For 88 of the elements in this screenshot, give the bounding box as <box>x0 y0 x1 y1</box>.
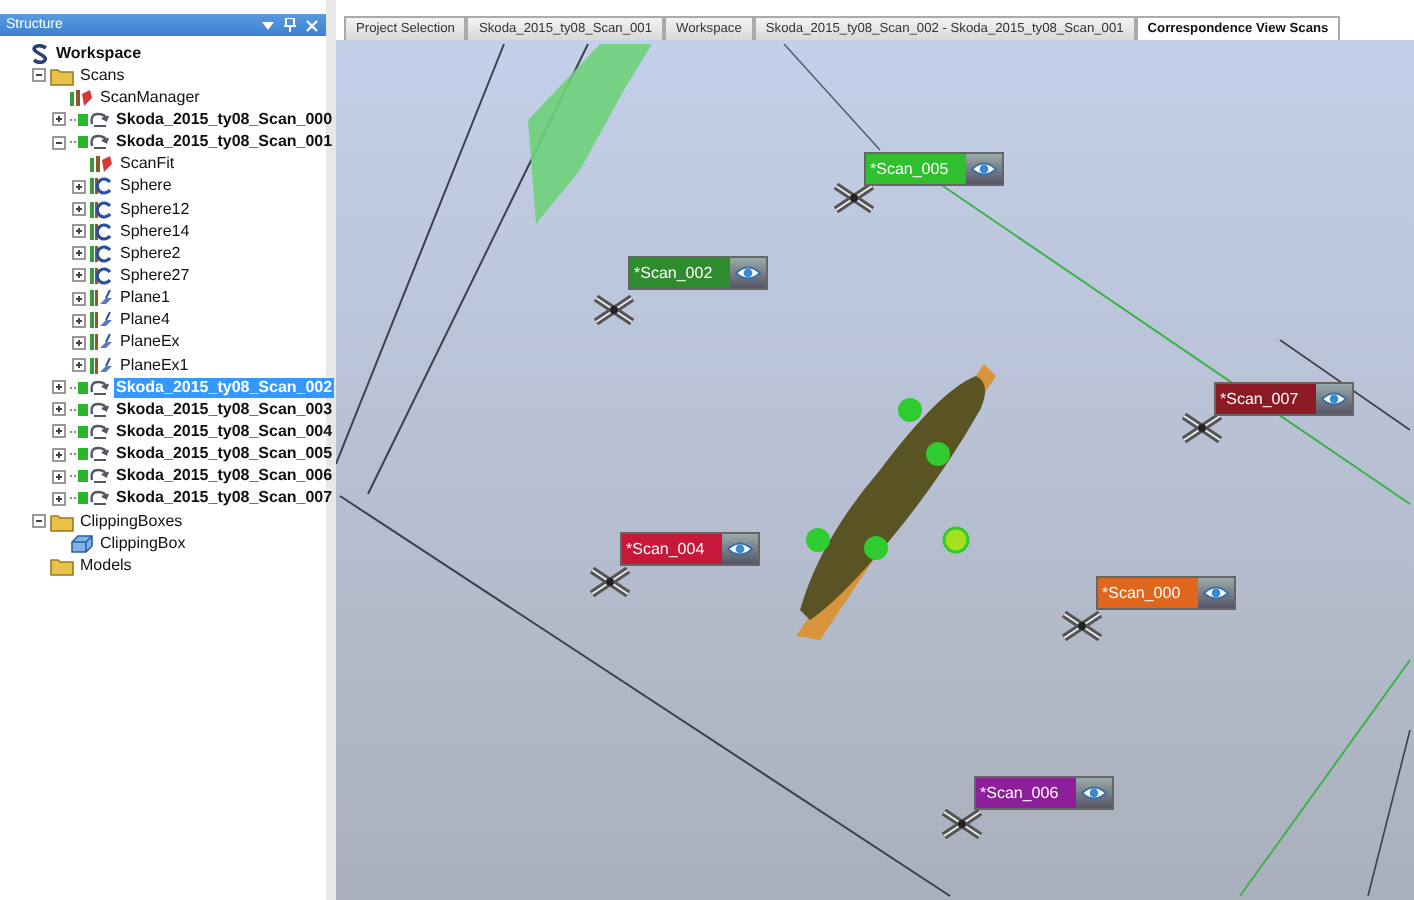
eye-icon[interactable] <box>1202 584 1230 602</box>
cross-marker-icon <box>940 808 984 840</box>
expand-icon[interactable] <box>72 224 86 239</box>
scan-icon <box>70 466 110 487</box>
expand-icon[interactable] <box>52 402 66 417</box>
scan-label: *Scan_005 <box>866 154 966 184</box>
scan-label: *Scan_004 <box>622 534 722 564</box>
scan-icon <box>70 444 110 465</box>
sphere-icon <box>90 176 114 197</box>
collapse-icon[interactable] <box>32 514 46 529</box>
expand-icon[interactable] <box>72 179 86 194</box>
tree-item[interactable]: Plane4 <box>118 310 172 331</box>
tree-item[interactable]: Sphere <box>118 176 174 197</box>
tree-item[interactable]: Sphere27 <box>118 265 192 286</box>
expand-icon[interactable] <box>72 313 86 328</box>
scan-icon <box>70 109 110 130</box>
plane-icon <box>90 310 114 331</box>
eye-icon[interactable] <box>1080 784 1108 802</box>
tree-item[interactable]: Sphere14 <box>118 221 192 242</box>
tree-item[interactable]: Skoda_2015_ty08_Scan_006 <box>114 466 335 487</box>
folder-icon <box>50 511 74 532</box>
scan-label: *Scan_006 <box>976 778 1076 808</box>
tree-item[interactable]: PlaneEx <box>118 332 182 353</box>
scan-label: *Scan_000 <box>1098 578 1198 608</box>
close-icon[interactable] <box>306 19 318 31</box>
tree-item[interactable]: Plane1 <box>118 288 172 309</box>
scan-icon <box>70 132 110 153</box>
tree-item[interactable]: Skoda_2015_ty08_Scan_007 <box>114 488 335 509</box>
expand-icon[interactable] <box>52 491 66 506</box>
sphere-icon <box>90 265 114 286</box>
tree-item[interactable]: Skoda_2015_ty08_Scan_004 <box>114 421 335 442</box>
eye-icon[interactable] <box>734 264 762 282</box>
sphere-icon <box>90 243 114 264</box>
tree-item[interactable]: Skoda_2015_ty08_Scan_000 <box>114 109 335 130</box>
cross-marker-icon <box>832 182 876 214</box>
tree-item[interactable]: Workspace <box>54 43 144 64</box>
cross-marker-icon <box>588 566 632 598</box>
tree-item[interactable]: ScanManager <box>98 87 202 108</box>
expand-icon[interactable] <box>72 246 86 261</box>
plane-icon <box>90 288 114 309</box>
manager-icon <box>90 154 114 175</box>
cross-marker-icon <box>592 294 636 326</box>
eye-icon[interactable] <box>1320 390 1348 408</box>
pin-icon[interactable] <box>284 18 296 32</box>
eye-icon[interactable] <box>726 540 754 558</box>
s-logo-icon <box>30 43 50 64</box>
dropdown-icon[interactable] <box>262 19 274 31</box>
scan-icon <box>70 488 110 509</box>
tree-item[interactable]: ClippingBox <box>98 533 188 554</box>
expand-icon[interactable] <box>72 202 86 217</box>
scan-label: *Scan_007 <box>1216 384 1316 414</box>
manager-icon <box>70 87 94 108</box>
expand-icon[interactable] <box>72 335 86 350</box>
scan-label: *Scan_002 <box>630 258 730 288</box>
scan-icon <box>70 399 110 420</box>
expand-icon[interactable] <box>52 469 66 484</box>
plane-icon <box>90 332 114 353</box>
eye-icon[interactable] <box>970 160 998 178</box>
folder-icon <box>50 65 74 86</box>
expand-icon[interactable] <box>72 291 86 306</box>
tree-item[interactable]: Scans <box>78 65 127 86</box>
collapse-icon[interactable] <box>52 135 66 150</box>
expand-icon[interactable] <box>52 112 66 127</box>
sphere-icon <box>90 199 114 220</box>
expand-icon[interactable] <box>72 358 86 373</box>
tree-item[interactable]: Skoda_2015_ty08_Scan_005 <box>114 444 335 465</box>
scan-icon <box>70 377 110 398</box>
tree-item[interactable]: Models <box>78 555 134 576</box>
tree-item[interactable]: Sphere2 <box>118 243 183 264</box>
tree-item[interactable]: ClippingBoxes <box>78 511 185 532</box>
expand-icon[interactable] <box>52 424 66 439</box>
folder-icon <box>50 555 74 576</box>
scan-icon <box>70 421 110 442</box>
tree-item[interactable]: Sphere12 <box>118 199 192 220</box>
box-icon <box>70 533 94 554</box>
collapse-icon[interactable] <box>32 68 46 83</box>
expand-icon[interactable] <box>72 268 86 283</box>
tree-item[interactable]: Skoda_2015_ty08_Scan_003 <box>114 399 335 420</box>
expand-icon[interactable] <box>52 447 66 462</box>
expand-icon[interactable] <box>52 380 66 395</box>
tree-item[interactable]: PlaneEx1 <box>118 355 191 376</box>
plane-icon <box>90 355 114 376</box>
cross-marker-icon <box>1180 412 1224 444</box>
cross-marker-icon <box>1060 610 1104 642</box>
tree-item[interactable]: Skoda_2015_ty08_Scan_001 <box>114 132 335 153</box>
sphere-icon <box>90 221 114 242</box>
viewport-3d[interactable]: *Scan_005 *Scan_002 *Scan_007 *Scan_004 *Scan_000 *Scan_006 <box>336 40 1414 900</box>
tree-item[interactable]: ScanFit <box>118 154 177 175</box>
